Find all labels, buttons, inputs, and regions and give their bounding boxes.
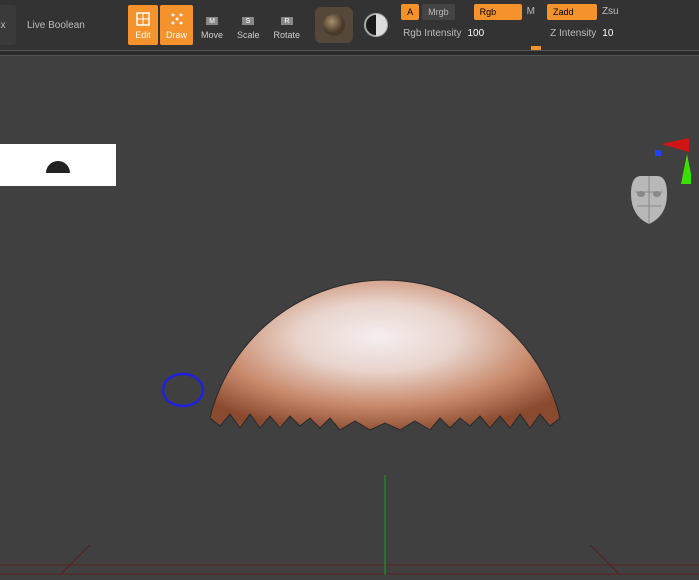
mesh-dome[interactable] (195, 178, 575, 438)
edit-button[interactable]: Edit (128, 5, 158, 45)
rgb-intensity-value: 100 (467, 28, 484, 39)
z-intensity-value: 10 (602, 28, 613, 39)
navigation-gizmo[interactable] (611, 136, 691, 236)
move-button[interactable]: M Move (195, 5, 229, 45)
box-button[interactable]: Box (0, 5, 16, 45)
svg-text:S: S (246, 18, 251, 25)
intensity-panel: A Mrgb Rgb M Zadd Zsu Rgb Intensity 100 … (401, 1, 623, 50)
edit-icon (134, 10, 152, 28)
draw-button[interactable]: Draw (160, 5, 193, 45)
svg-text:M: M (209, 18, 215, 25)
dome-thumb-icon (43, 153, 73, 177)
move-label: Move (201, 30, 223, 40)
sphere-icon (321, 12, 347, 38)
floor-grid (0, 475, 699, 575)
bw-sphere-icon (363, 12, 389, 38)
move-icon: M (203, 10, 221, 28)
mrgb-chip[interactable]: Mrgb (422, 4, 455, 20)
axis-y-arrow[interactable] (681, 154, 691, 184)
head-gizmo-icon[interactable] (631, 176, 667, 224)
rgb-intensity-label: Rgb Intensity (403, 28, 461, 39)
scale-icon: S (239, 10, 257, 28)
draw-label: Draw (166, 30, 187, 40)
tool-thumbnail[interactable] (0, 144, 116, 186)
material-sphere-button[interactable] (315, 7, 353, 43)
svg-text:R: R (284, 18, 289, 25)
draw-icon (168, 10, 186, 28)
scale-label: Scale (237, 30, 260, 40)
rgb-chip[interactable]: Rgb (474, 4, 522, 20)
rotate-button[interactable]: R Rotate (268, 5, 307, 45)
live-boolean-button[interactable]: Live Boolean (19, 5, 117, 45)
axis-z-dot[interactable] (655, 150, 661, 156)
zsu-chip[interactable]: Zsu (602, 6, 619, 17)
zadd-chip[interactable]: Zadd (547, 4, 597, 20)
edit-label: Edit (135, 30, 151, 40)
m-chip[interactable]: M (527, 6, 535, 17)
a-chip[interactable]: A (401, 4, 419, 20)
bw-sphere-button[interactable] (357, 7, 395, 43)
rotate-label: Rotate (274, 30, 301, 40)
top-toolbar: Box Live Boolean Edit Draw M Move S Scal… (0, 0, 699, 50)
axis-x-arrow[interactable] (661, 138, 689, 152)
viewport[interactable] (0, 56, 699, 575)
scale-button[interactable]: S Scale (231, 5, 266, 45)
rotate-icon: R (278, 10, 296, 28)
z-intensity-label: Z Intensity (550, 28, 596, 39)
